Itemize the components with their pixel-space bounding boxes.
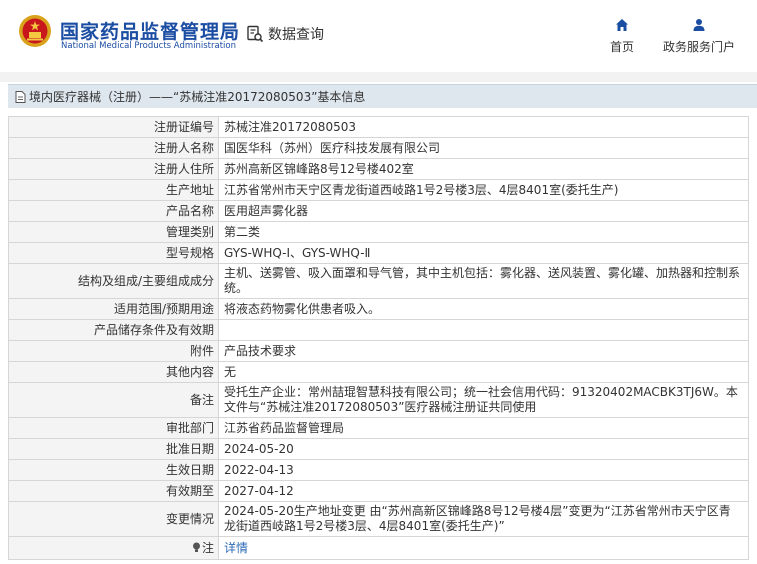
nav-home[interactable]: 首页	[606, 18, 638, 55]
row-label: 管理类别	[8, 221, 219, 243]
row-label: 生效日期	[8, 459, 219, 481]
table-row: 管理类别 第二类	[8, 221, 749, 243]
row-label: 注册证编号	[8, 116, 219, 138]
row-label: 有效期至	[8, 480, 219, 502]
row-value: GYS-WHQ-Ⅰ、GYS-WHQ-Ⅱ	[218, 242, 749, 264]
row-value: 苏州高新区锦峰路8号12号楼402室	[218, 158, 749, 180]
table-row: 其他内容 无	[8, 361, 749, 383]
table-row: 结构及组成/主要组成成分 主机、送雾管、吸入面罩和导气管，其中主机包括：雾化器、…	[8, 263, 749, 299]
table-row: 附件 产品技术要求	[8, 340, 749, 362]
table-row: 型号规格 GYS-WHQ-Ⅰ、GYS-WHQ-Ⅱ	[8, 242, 749, 264]
row-label: 产品名称	[8, 200, 219, 222]
nav-home-label: 首页	[609, 40, 634, 54]
page-title: 境内医疗器械（注册）——“苏械注准20172080503”基本信息	[29, 90, 366, 104]
row-value: 2022-04-13	[218, 459, 749, 481]
row-label: 其他内容	[8, 361, 219, 383]
row-value: 江苏省药品监督管理局	[218, 417, 749, 439]
row-value: 国医华科（苏州）医疗科技发展有限公司	[218, 137, 749, 159]
row-value: 医用超声雾化器	[218, 200, 749, 222]
nav-portal-label: 政务服务门户	[662, 40, 735, 54]
row-label: 附件	[8, 340, 219, 362]
row-value: 江苏省常州市天宁区青龙街道西岐路1号2号楼3层、4层8401室(委托生产)	[218, 179, 749, 201]
row-label: 审批部门	[8, 417, 219, 439]
row-value: 产品技术要求	[218, 340, 749, 362]
table-row: 有效期至 2027-04-12	[8, 480, 749, 502]
page-title-bar: 境内医疗器械（注册）——“苏械注准20172080503”基本信息	[8, 84, 757, 108]
row-value: 苏械注准20172080503	[218, 116, 749, 138]
note-value: 详情	[218, 536, 749, 560]
note-label-cell: 注	[8, 536, 219, 560]
row-label: 批准日期	[8, 438, 219, 460]
table-row: 批准日期 2024-05-20	[8, 438, 749, 460]
national-emblem-icon[interactable]	[18, 14, 52, 48]
document-icon	[15, 90, 26, 103]
row-value: 2027-04-12	[218, 480, 749, 502]
row-label: 生产地址	[8, 179, 219, 201]
header: 国家药品监督管理局 National Medical Products Admi…	[0, 0, 757, 72]
row-value: 2024-05-20生产地址变更 由“苏州高新区锦峰路8号12号楼4层”变更为“…	[218, 501, 749, 537]
table-row-note: 注 详情	[8, 536, 749, 560]
row-label: 备注	[8, 382, 219, 418]
note-label: 注	[201, 540, 214, 555]
row-label: 适用范围/预期用途	[8, 298, 219, 320]
table-row: 生效日期 2022-04-13	[8, 459, 749, 481]
row-value: 无	[218, 361, 749, 383]
device-info-table: 注册证编号 苏械注准20172080503 注册人名称 国医华科（苏州）医疗科技…	[8, 116, 749, 560]
row-label: 变更情况	[8, 501, 219, 537]
table-row: 生产地址 江苏省常州市天宁区青龙街道西岐路1号2号楼3层、4层8401室(委托生…	[8, 179, 749, 201]
row-value: 将液态药物雾化供患者吸入。	[218, 298, 749, 320]
details-link[interactable]: 详情	[224, 541, 248, 555]
row-label: 产品储存条件及有效期	[8, 319, 219, 341]
table-row: 产品名称 医用超声雾化器	[8, 200, 749, 222]
table-row: 注册人名称 国医华科（苏州）医疗科技发展有限公司	[8, 137, 749, 159]
table-row: 注册人住所 苏州高新区锦峰路8号12号楼402室	[8, 158, 749, 180]
data-query-label: 数据查询	[268, 27, 324, 43]
org-name[interactable]: 国家药品监督管理局	[60, 17, 240, 44]
table-row: 备注 受托生产企业：常州喆琨智慧科技有限公司；统一社会信用代码：91320402…	[8, 382, 749, 418]
home-icon	[616, 19, 628, 31]
row-value: 主机、送雾管、吸入面罩和导气管，其中主机包括：雾化器、送风装置、雾化罐、加热器和…	[218, 263, 749, 299]
row-label: 注册人名称	[8, 137, 219, 159]
search-document-icon	[247, 25, 264, 43]
header-divider-band	[0, 72, 757, 82]
user-icon	[693, 19, 705, 31]
lightbulb-icon	[192, 542, 200, 552]
row-value: 2024-05-20	[218, 438, 749, 460]
row-value	[218, 319, 749, 341]
table-row: 审批部门 江苏省药品监督管理局	[8, 417, 749, 439]
row-value: 受托生产企业：常州喆琨智慧科技有限公司；统一社会信用代码：91320402MAC…	[218, 382, 749, 418]
org-name-en[interactable]: National Medical Products Administration	[61, 41, 236, 51]
nav-service-portal[interactable]: 政务服务门户	[660, 18, 738, 55]
row-label: 注册人住所	[8, 158, 219, 180]
row-label: 型号规格	[8, 242, 219, 264]
row-value: 第二类	[218, 221, 749, 243]
row-label: 结构及组成/主要组成成分	[8, 263, 219, 299]
table-row: 注册证编号 苏械注准20172080503	[8, 116, 749, 138]
table-row: 产品储存条件及有效期	[8, 319, 749, 341]
table-row: 适用范围/预期用途 将液态药物雾化供患者吸入。	[8, 298, 749, 320]
data-query-link[interactable]: 数据查询	[246, 24, 324, 44]
table-row: 变更情况 2024-05-20生产地址变更 由“苏州高新区锦峰路8号12号楼4层…	[8, 501, 749, 537]
